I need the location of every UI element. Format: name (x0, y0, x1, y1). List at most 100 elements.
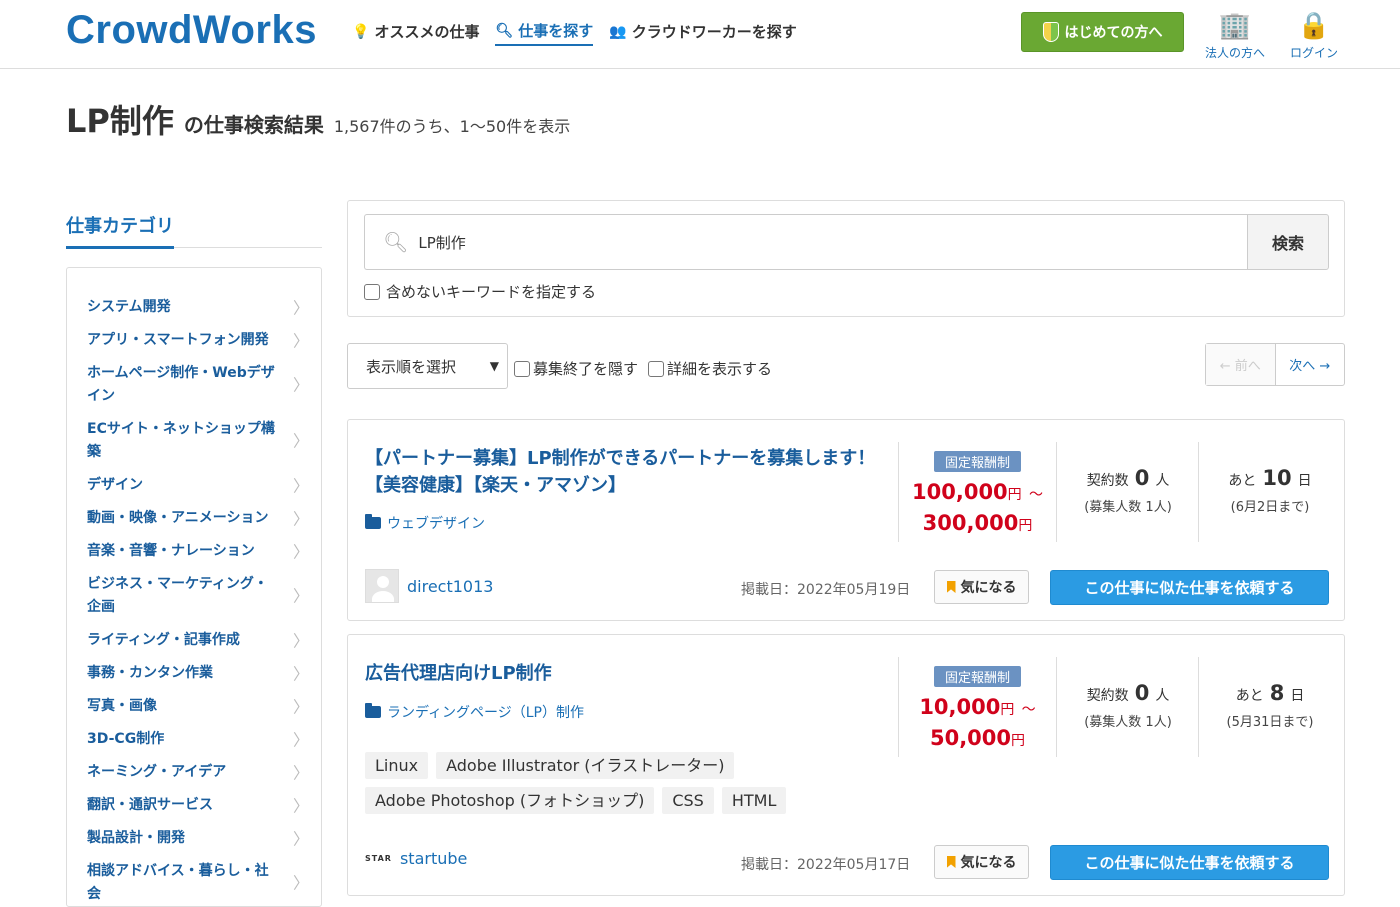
site-header: CrowdWorks 💡 オススメの仕事 🔍︎ 仕事を探す 👥 クラウドワーカー… (0, 0, 1400, 69)
chevron-right-icon: 〉 (292, 476, 309, 495)
lock-icon: 🔒 (1297, 11, 1331, 41)
next-page-button[interactable]: 次へ → (1276, 344, 1345, 385)
skill-tag[interactable]: Adobe Illustrator (イラストレーター) (436, 752, 735, 779)
contracts-stat: 契約数 0 人 (募集人数 1人) (1058, 681, 1198, 730)
login-link[interactable]: 🔒 ログイン (1290, 8, 1338, 61)
sidebar-item-music[interactable]: 音楽・音響・ナレーション 〉 (87, 540, 311, 563)
divider (1198, 442, 1199, 542)
sidebar-item-label: 翻訳・通訳サービス (87, 797, 213, 813)
job-title[interactable]: 広告代理店向けLP制作 (365, 660, 885, 687)
remaining-days-stat: あと 8 日 (5月31日まで) (1200, 681, 1340, 730)
nav-find-workers[interactable]: 👥 クラウドワーカーを探す (609, 20, 796, 46)
favorite-button[interactable]: 気になる (934, 570, 1029, 604)
page-title: LP制作 の仕事検索結果 1,567件のうち、1〜50件を表示 (66, 96, 570, 142)
sidebar-item-3dcg[interactable]: 3D-CG制作 〉 (87, 728, 311, 751)
sidebar-item-product[interactable]: 製品設計・開発 〉 (87, 827, 311, 850)
sidebar-item-app-dev[interactable]: アプリ・スマートフォン開発 〉 (87, 329, 311, 352)
skill-tag[interactable]: CSS (662, 787, 714, 814)
job-title[interactable]: 【パートナー募集】LP制作ができるパートナーを募集します！【美容健康】【楽天・ア… (365, 445, 885, 499)
job-category-link[interactable]: ランディングページ（LP）制作 (365, 702, 584, 722)
bookmark-icon (946, 856, 956, 868)
sidebar-item-system-dev[interactable]: システム開発 〉 (87, 296, 311, 319)
deadline: (6月2日まで) (1230, 500, 1310, 515)
skill-tag[interactable]: Linux (365, 752, 429, 779)
chevron-right-icon: 〉 (292, 829, 309, 848)
request-similar-button[interactable]: この仕事に似た仕事を依頼する (1050, 845, 1329, 880)
search-button[interactable]: 検索 (1247, 214, 1329, 270)
nav-recommended-jobs[interactable]: 💡 オススメの仕事 (352, 20, 479, 46)
folder-icon (365, 703, 381, 718)
prev-page-button[interactable]: ← 前へ (1206, 344, 1276, 385)
request-similar-button[interactable]: この仕事に似た仕事を依頼する (1050, 570, 1329, 605)
job-card: 【パートナー募集】LP制作ができるパートナーを募集します！【美容健康】【楽天・ア… (347, 419, 1345, 621)
nav-label: クラウドワーカーを探す (631, 23, 797, 41)
category-heading-label: 仕事カテゴリ (66, 212, 174, 249)
exclude-keyword-checkbox[interactable] (364, 283, 380, 300)
chevron-right-icon: 〉 (292, 586, 309, 606)
sidebar-item-label: 相談アドバイス・暮らし・社会 (87, 863, 269, 902)
sidebar-item-business[interactable]: ビジネス・マーケティング・企画 〉 (87, 573, 311, 619)
recruit-count: (募集人数 1人) (1084, 715, 1172, 730)
sidebar-item-writing[interactable]: ライティング・記事作成 〉 (87, 629, 311, 652)
exclude-keyword-label[interactable]: 含めないキーワードを指定する (386, 281, 596, 302)
show-details-label[interactable]: 詳細を表示する (667, 358, 772, 379)
skill-tag[interactable]: HTML (721, 787, 787, 814)
sidebar-item-photo[interactable]: 写真・画像 〉 (87, 695, 311, 718)
sidebar-item-label: 事務・カンタン作業 (87, 665, 213, 681)
bookmark-icon (946, 581, 956, 593)
chevron-down-icon: ▼ (489, 359, 499, 373)
search-input[interactable]: 🔍︎ LP制作 (364, 214, 1248, 270)
sidebar-item-naming[interactable]: ネーミング・アイデア 〉 (87, 761, 311, 784)
sidebar-item-translation[interactable]: 翻訳・通訳サービス 〉 (87, 794, 311, 817)
show-details-option: 詳細を表示する (648, 358, 772, 379)
divider (898, 442, 899, 542)
crowdworks-logo[interactable]: CrowdWorks (66, 8, 317, 53)
sidebar-item-label: 音楽・音響・ナレーション (87, 543, 255, 559)
chevron-right-icon: 〉 (292, 375, 309, 395)
main-nav: 💡 オススメの仕事 🔍︎ 仕事を探す 👥 クラウドワーカーを探す (352, 20, 797, 46)
skill-tags: Linux Adobe Illustrator (イラストレーター) Adobe… (365, 752, 905, 814)
chevron-right-icon: 〉 (292, 873, 309, 893)
category-sidebar: システム開発〉 アプリ・スマートフォン開発〉 ホームページ制作・Webデザイン〉… (66, 267, 322, 907)
avatar (365, 569, 399, 603)
sidebar-item-advice[interactable]: 相談アドバイス・暮らし・社会 〉 (87, 860, 311, 906)
favorite-label: 気になる (960, 580, 1017, 596)
corporate-link[interactable]: 🏢 法人の方へ (1205, 8, 1265, 61)
title-suffix: の仕事検索結果 (183, 113, 324, 137)
exclude-keyword-option: 含めないキーワードを指定する (364, 281, 596, 302)
client-link[interactable]: direct1013 (365, 569, 493, 603)
sort-select-value: 表示順を選択 (366, 357, 457, 376)
skill-tag[interactable]: Adobe Photoshop (フォトショップ) (365, 787, 655, 814)
first-time-button[interactable]: はじめての方へ (1021, 12, 1184, 52)
reward-block: 固定報酬制 10,000円 〜 50,000円 (900, 666, 1055, 755)
sidebar-item-video[interactable]: 動画・映像・アニメーション 〉 (87, 507, 311, 530)
sidebar-item-label: ネーミング・アイデア (87, 764, 227, 780)
fixed-price-badge: 固定報酬制 (933, 451, 1021, 472)
search-panel: 🔍︎ LP制作 検索 含めないキーワードを指定する (347, 200, 1345, 317)
chevron-right-icon: 〉 (292, 331, 309, 350)
sidebar-item-design[interactable]: デザイン 〉 (87, 474, 311, 497)
sidebar-item-label: デザイン (87, 477, 143, 493)
show-details-checkbox[interactable] (648, 360, 664, 377)
sidebar-item-office[interactable]: 事務・カンタン作業 〉 (87, 662, 311, 685)
divider (1198, 657, 1199, 757)
client-name: direct1013 (407, 576, 494, 596)
sidebar-item-label: 3D-CG制作 (87, 731, 165, 747)
price-min: 10,000円 〜 (919, 695, 1036, 719)
sidebar-item-ec-site[interactable]: ECサイト・ネットショップ構築〉 (87, 418, 311, 464)
sidebar-item-label: ビジネス・マーケティング・企画 (87, 576, 268, 615)
chevron-right-icon: 〉 (292, 664, 309, 683)
hide-closed-checkbox[interactable] (514, 360, 530, 377)
job-category-link[interactable]: ウェブデザイン (365, 513, 485, 533)
recruit-count: (募集人数 1人) (1084, 500, 1172, 515)
favorite-label: 気になる (960, 855, 1017, 871)
pagination: ← 前へ 次へ → (1205, 343, 1345, 386)
favorite-button[interactable]: 気になる (934, 845, 1029, 879)
nav-find-jobs[interactable]: 🔍︎ 仕事を探す (495, 20, 594, 46)
sort-select[interactable]: 表示順を選択 ▼ (347, 343, 508, 389)
sidebar-item-web-design[interactable]: ホームページ制作・Webデザイン〉 (87, 362, 311, 408)
chevron-right-icon: 〉 (292, 509, 309, 528)
price-max: 300,000円 (922, 511, 1033, 535)
hide-closed-label[interactable]: 募集終了を隠す (533, 358, 638, 379)
client-link[interactable]: STAR startube (365, 849, 467, 868)
